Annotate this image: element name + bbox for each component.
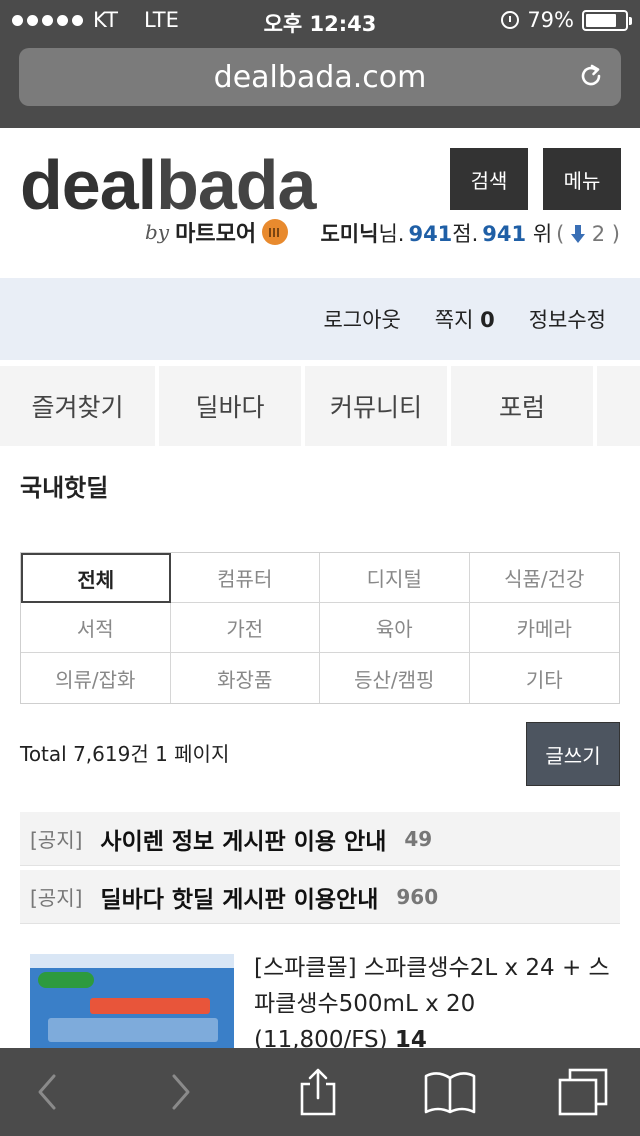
share-icon[interactable] (290, 1066, 346, 1118)
battery-percent: 79% (527, 8, 574, 32)
main-nav: 즐겨찾기 딜바다 커뮤니티 포럼 (0, 366, 640, 446)
edit-profile-link[interactable]: 정보수정 (529, 304, 606, 334)
points-unit: 점. (452, 222, 479, 246)
category-computer[interactable]: 컴퓨터 (170, 553, 320, 603)
user-points: 941 (408, 222, 453, 246)
user-rank: 941 (482, 222, 527, 246)
tab-more[interactable] (597, 366, 640, 446)
category-outdoor[interactable]: 등산/캠핑 (320, 653, 470, 703)
tab-dealbada[interactable]: 딜바다 (159, 366, 301, 446)
forward-icon[interactable] (150, 1066, 206, 1118)
site-logo[interactable]: dealbada (20, 150, 316, 220)
category-appliances[interactable]: 가전 (170, 603, 320, 653)
tab-forum[interactable]: 포럼 (451, 366, 593, 446)
tab-community[interactable]: 커뮤니티 (305, 366, 447, 446)
page-title: 국내핫딜 (20, 474, 109, 502)
byline-by: by (145, 220, 170, 244)
logo-bada: bada (156, 146, 316, 224)
tab-favorites[interactable]: 즐겨찾기 (0, 366, 155, 446)
messages-count: 0 (480, 308, 495, 332)
write-button[interactable]: 글쓰기 (526, 722, 620, 786)
partner-byline[interactable]: by 마트모어 (145, 216, 289, 248)
rank-change-open: ( (556, 222, 565, 246)
notice-row[interactable]: [공지] 딜바다 핫딜 게시판 이용안내 960 (20, 870, 620, 924)
category-all[interactable]: 전체 (21, 553, 171, 603)
search-button[interactable]: 검색 (450, 148, 528, 210)
bookmarks-icon[interactable] (422, 1066, 478, 1118)
total-count: Total 7,619건 1 페이지 (20, 742, 230, 766)
account-bar: 로그아웃 쪽지 0 정보수정 (0, 278, 640, 360)
back-icon[interactable] (22, 1066, 78, 1118)
rank-change: ( 2 ) (556, 222, 620, 246)
category-digital[interactable]: 디지털 (320, 553, 470, 603)
menu-button[interactable]: 메뉴 (543, 148, 621, 210)
status-bar: KT LTE 오후 12:43 79% (0, 0, 640, 40)
post-title-text[interactable]: [스파클몰] 스파클생수2L x 24 + 스파클생수500mL x 20 (1… (254, 955, 610, 1053)
category-camera[interactable]: 카메라 (469, 603, 619, 653)
category-clothing[interactable]: 의류/잡화 (21, 653, 171, 703)
post-title[interactable]: [스파클몰] 스파클생수2L x 24 + 스파클생수500mL x 20 (1… (254, 950, 614, 1058)
category-books[interactable]: 서적 (21, 603, 171, 653)
rank-change-close: ) (611, 222, 620, 246)
arrow-down-icon (571, 225, 586, 243)
partner-logo-icon (262, 219, 289, 245)
category-baby[interactable]: 육아 (320, 603, 470, 653)
notice-count: 49 (404, 826, 433, 851)
category-grid: 전체 컴퓨터 디지털 식품/건강 서적 가전 육아 카메라 의류/잡화 화장품 … (20, 552, 620, 704)
logo-deal: deal (20, 146, 157, 224)
notice-row[interactable]: [공지] 사이렌 정보 게시판 이용 안내 49 (20, 812, 620, 866)
user-info: 도미닉님. 941점. 941 위 ( 2 ) (320, 218, 620, 248)
user-name-suffix: 님. (378, 222, 405, 246)
battery-icon (582, 9, 632, 31)
notice-title[interactable]: 딜바다 핫딜 게시판 이용안내 (100, 880, 378, 914)
category-etc[interactable]: 기타 (470, 653, 620, 703)
user-name[interactable]: 도미닉 (320, 222, 378, 246)
messages-link[interactable]: 쪽지 0 (435, 304, 495, 334)
browser-chrome: KT LTE 오후 12:43 79% dealbada.com (0, 0, 640, 128)
rank-unit: 위 (532, 222, 553, 246)
category-food-health[interactable]: 식품/건강 (469, 553, 619, 603)
notice-count: 960 (396, 884, 439, 909)
messages-label: 쪽지 (434, 308, 474, 332)
rank-change-value: 2 (591, 222, 606, 246)
post-thumbnail[interactable] (30, 954, 234, 1054)
address-bar[interactable]: dealbada.com (19, 48, 621, 106)
notice-tag: [공지] (30, 828, 83, 852)
notice-title[interactable]: 사이렌 정보 게시판 이용 안내 (100, 822, 386, 856)
category-cosmetics[interactable]: 화장품 (171, 653, 320, 703)
tabs-icon[interactable] (556, 1066, 612, 1118)
alarm-icon (501, 11, 520, 29)
notice-tag: [공지] (30, 886, 83, 910)
browser-toolbar (0, 1048, 640, 1136)
logout-link[interactable]: 로그아웃 (323, 304, 400, 334)
address-bar-url[interactable]: dealbada.com (19, 60, 621, 95)
partner-name: 마트모어 (175, 222, 257, 247)
reload-icon[interactable] (577, 62, 605, 90)
